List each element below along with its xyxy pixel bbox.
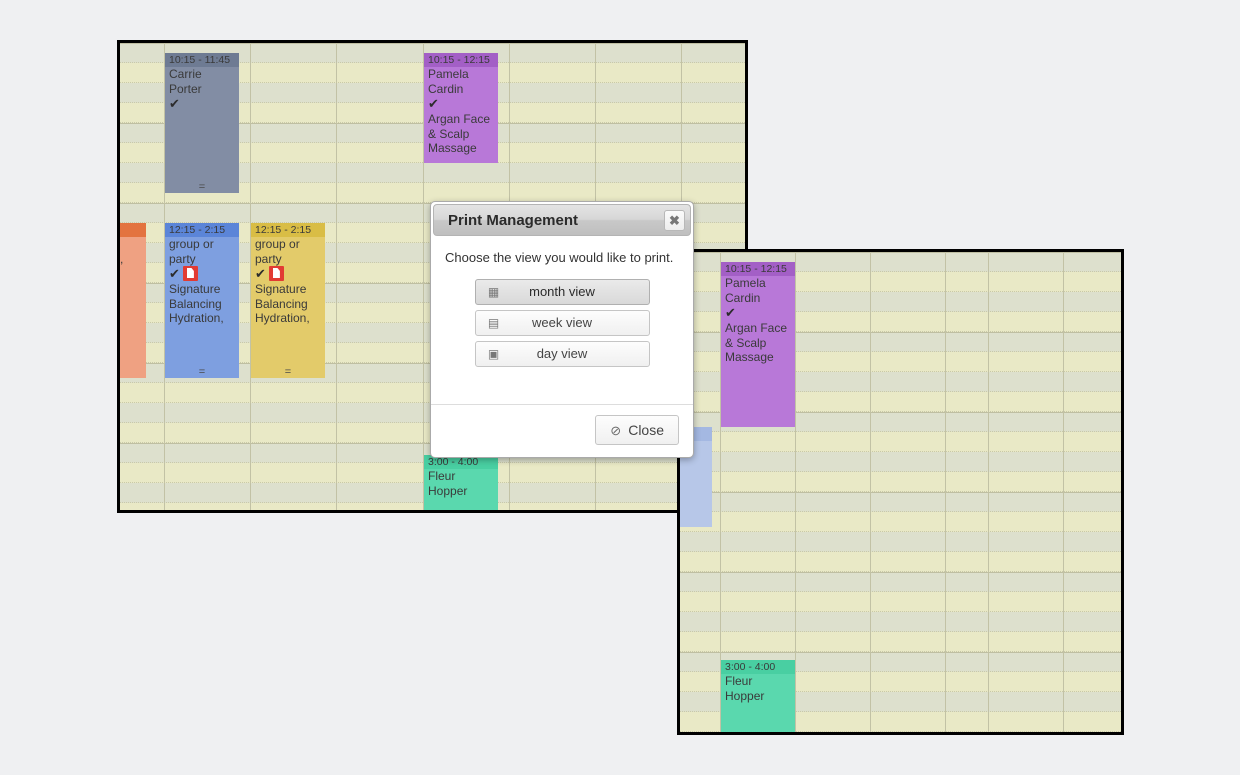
print-instruction: Choose the view you would like to print. — [445, 250, 674, 265]
dialog-body: Choose the view you would like to print.… — [431, 238, 693, 390]
check-icon: ✔ — [255, 266, 266, 281]
calendar-row[interactable] — [680, 492, 1121, 512]
event-service: re ng on, — [120, 251, 124, 266]
button-label: month view — [529, 284, 595, 299]
calendar-row[interactable] — [680, 592, 1121, 612]
event-resize-handle[interactable]: = — [165, 367, 239, 378]
document-icon[interactable] — [182, 266, 198, 281]
calendar-row[interactable] — [680, 432, 1121, 452]
event-service: Argan Face & Scalp Massage — [725, 321, 788, 364]
block-icon: ⊘ — [610, 423, 622, 438]
event-client-name: Fleur Hopper — [428, 469, 468, 498]
event-client-name: r — [120, 237, 142, 252]
event-body: Fleur Hopper — [424, 469, 498, 498]
close-button[interactable]: ⊘ Close — [595, 415, 679, 445]
event-client-name: Carrie Porter — [169, 67, 202, 96]
print-management-dialog: Print Management ✖ Choose the view you w… — [430, 201, 694, 458]
calendar-row[interactable] — [680, 632, 1121, 652]
event-status-marks: ✔ — [725, 305, 791, 321]
calendar-event[interactable]: 12:15 - 2:15 group or party ✔ Signature Bal… — [251, 223, 325, 378]
document-icon[interactable] — [268, 266, 284, 281]
close-icon[interactable]: ✖ — [664, 210, 685, 231]
calendar-row[interactable] — [680, 612, 1121, 632]
event-body: rre ng on, — [120, 237, 146, 266]
print-view-button-group: ▦ month view ▤ week view ▣ day view — [445, 279, 679, 367]
dialog-title-bar: Print Management ✖ — [433, 204, 691, 236]
event-service: Argan Face & Scalp Massage — [428, 112, 491, 155]
event-status-marks: ✔ — [169, 266, 235, 282]
event-service: Signature Balancing Hydration, — [255, 282, 310, 325]
calendar-day-icon: ▣ — [487, 347, 500, 361]
event-body: Pamela Cardin ✔ Argan Face & Scalp Massage — [721, 276, 795, 365]
event-client-name: Pamela Cardin — [428, 67, 469, 96]
calendar-event[interactable]: 10:15 - 12:15 Pamela Cardin ✔ Argan Face & … — [424, 53, 498, 163]
event-resize-handle[interactable]: = — [251, 367, 325, 378]
dialog-title-text: Print Management — [448, 212, 579, 229]
button-label: day view — [536, 346, 588, 361]
event-body: Pamela Cardin ✔ Argan Face & Scalp Massage — [424, 67, 498, 156]
event-time: 10:15 - 12:15 — [424, 53, 498, 67]
calendar-row[interactable] — [680, 572, 1121, 592]
close-button-label: Close — [628, 422, 664, 438]
calendar-event[interactable]: 12:15 - 2:15 group or party ✔ Signature Bal… — [165, 223, 239, 378]
check-icon: ✔ — [428, 96, 439, 111]
print-week-view-button[interactable]: ▤ week view — [474, 310, 650, 336]
print-day-view-button[interactable]: ▣ day view — [474, 341, 650, 367]
calendar-row[interactable] — [680, 552, 1121, 572]
event-status-marks: ✔ — [255, 266, 321, 282]
event-client-name: Fleur Hopper — [725, 674, 765, 703]
event-resize-handle[interactable]: = — [165, 182, 239, 193]
check-icon: ✔ — [169, 96, 180, 111]
event-time: :15 — [120, 223, 146, 237]
event-status-marks: ✔ — [428, 96, 494, 112]
event-client-name: group or party — [255, 237, 300, 266]
event-body: Fleur Hopper — [721, 674, 795, 703]
event-time: 10:15 - 11:45 — [165, 53, 239, 67]
calendar-window-report: 10:15 - 12:15 Pamela Cardin ✔ Argan Face & … — [677, 249, 1124, 735]
calendar-month-icon: ▦ — [487, 285, 500, 299]
button-label: week view — [532, 315, 592, 330]
event-status-marks: ✔ — [169, 96, 235, 112]
calendar-event[interactable]: :15rre ng on, — [120, 223, 146, 378]
calendar-window-print: 10:15 - 11:45 Carrie Porter ✔ = 10:15 - 12:1… — [117, 40, 748, 513]
event-client-name: Pamela Cardin — [725, 276, 766, 305]
event-time: 12:15 - 2:15 — [165, 223, 239, 237]
event-time: 3:00 - 4:00 — [721, 660, 795, 674]
calendar-event[interactable]: 10:15 - 11:45 Carrie Porter ✔ = — [165, 53, 239, 193]
event-service: Signature Balancing Hydration, — [169, 282, 224, 325]
calendar-row[interactable] — [680, 532, 1121, 552]
event-body: group or party ✔ Signature Balancing Hydra… — [251, 237, 325, 326]
check-icon: ✔ — [725, 305, 736, 320]
calendar-row[interactable] — [680, 472, 1121, 492]
screen: 10:15 - 11:45 Carrie Porter ✔ = 10:15 - 12:1… — [0, 0, 1240, 775]
dialog-footer: ⊘ Close — [431, 405, 693, 457]
check-icon: ✔ — [169, 266, 180, 281]
calendar-event[interactable]: 3:00 - 4:00 Fleur Hopper — [721, 660, 795, 732]
print-month-view-button[interactable]: ▦ month view — [474, 279, 650, 305]
event-time: 10:15 - 12:15 — [721, 262, 795, 276]
calendar-grid-report[interactable]: 10:15 - 12:15 Pamela Cardin ✔ Argan Face & … — [680, 252, 1121, 732]
event-client-name: group or party — [169, 237, 214, 266]
calendar-row[interactable] — [680, 452, 1121, 472]
calendar-event[interactable]: 3:00 - 4:00 Fleur Hopper — [424, 455, 498, 510]
event-body: group or party ✔ Signature Balancing Hydra… — [165, 237, 239, 326]
calendar-event[interactable]: 10:15 - 12:15 Pamela Cardin ✔ Argan Face & … — [721, 262, 795, 427]
event-time: 12:15 - 2:15 — [251, 223, 325, 237]
event-body: Carrie Porter ✔ — [165, 67, 239, 112]
calendar-row[interactable] — [680, 512, 1121, 532]
calendar-week-icon: ▤ — [487, 316, 500, 330]
